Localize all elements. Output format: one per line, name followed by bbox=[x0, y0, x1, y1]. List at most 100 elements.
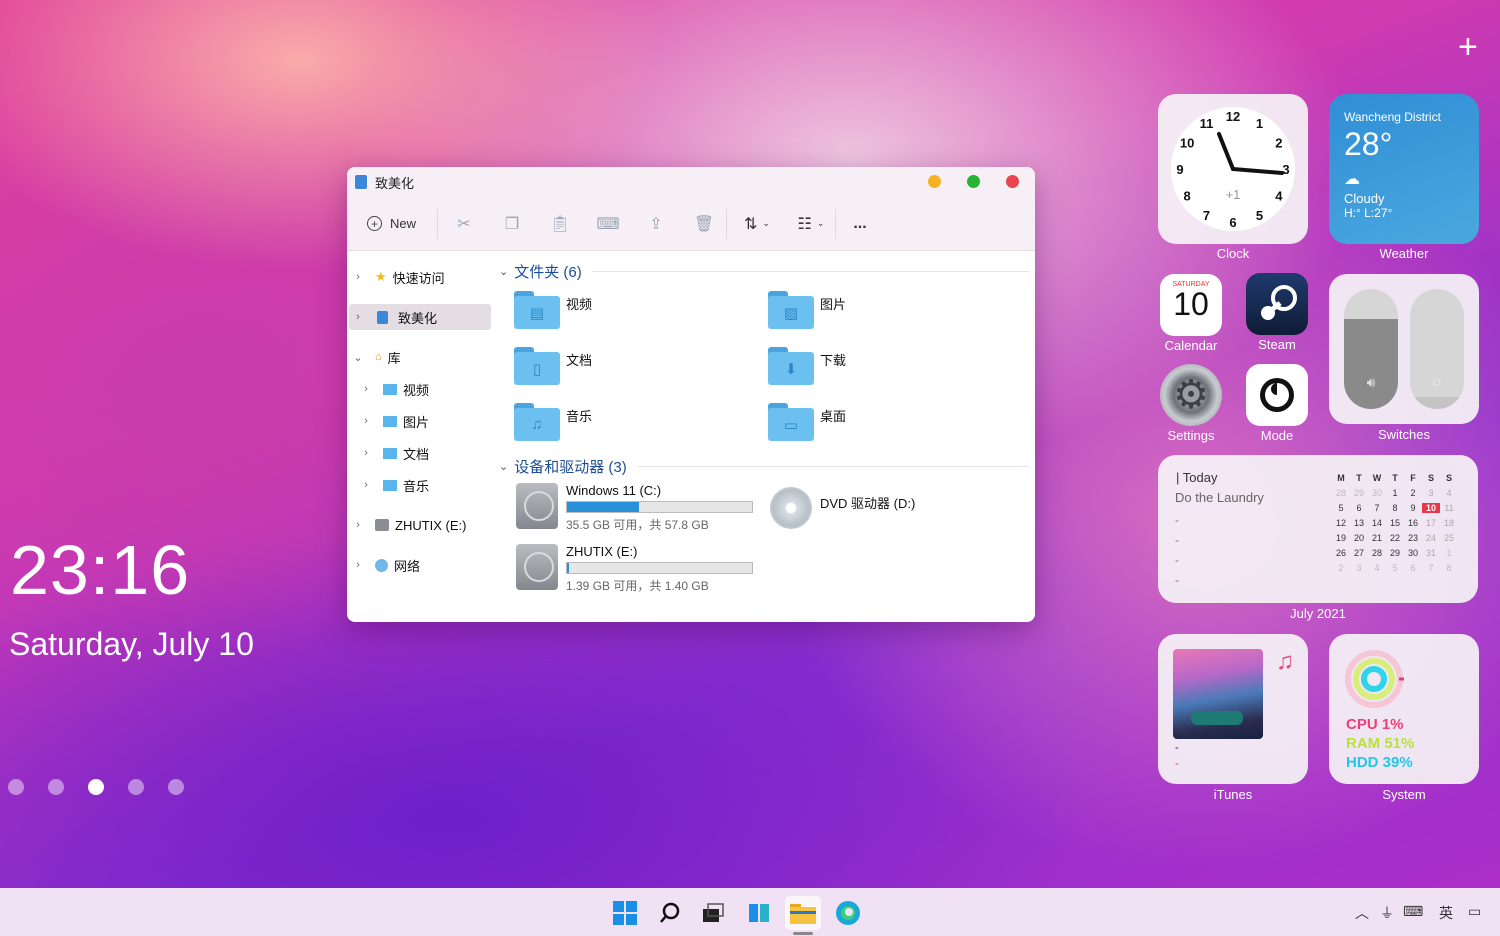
page-dot[interactable] bbox=[48, 779, 64, 795]
chevron-right-icon[interactable]: › bbox=[357, 447, 375, 459]
sidebar-item-documents[interactable]: › 文档 bbox=[357, 440, 499, 466]
calendar-day-cell[interactable]: 15 bbox=[1386, 518, 1404, 528]
itunes-widget[interactable]: ♫ - - bbox=[1158, 634, 1308, 784]
share-icon[interactable]: ⇪ bbox=[630, 214, 682, 234]
sidebar-item-library[interactable]: ⌄ ⌂ 库 bbox=[349, 344, 491, 370]
view-button[interactable]: ☷ ⌄ bbox=[787, 214, 835, 234]
drive-e[interactable]: ZHUTIX (E:) 1.39 GB 可用，共 1.40 GB bbox=[516, 544, 753, 594]
calendar-day-cell[interactable]: 29 bbox=[1386, 548, 1404, 558]
more-button[interactable]: ... bbox=[836, 215, 884, 233]
steam-app-icon[interactable] bbox=[1246, 273, 1308, 335]
search-button[interactable] bbox=[652, 896, 688, 930]
calendar-day-cell[interactable]: 9 bbox=[1404, 503, 1422, 513]
close-button[interactable] bbox=[1006, 175, 1019, 188]
start-button[interactable] bbox=[607, 896, 643, 930]
sidebar-item-network[interactable]: › 网络 bbox=[349, 552, 491, 578]
delete-icon[interactable]: 🗑︎ bbox=[682, 214, 726, 234]
calendar-day-cell[interactable]: 24 bbox=[1422, 533, 1440, 543]
chevron-right-icon[interactable]: › bbox=[349, 559, 367, 571]
drive-d[interactable]: DVD 驱动器 (D:) bbox=[770, 487, 915, 529]
drive-c[interactable]: Windows 11 (C:) 35.5 GB 可用，共 57.8 GB bbox=[516, 483, 753, 533]
rename-icon[interactable]: ⌨ bbox=[586, 214, 630, 234]
copy-icon[interactable]: ❐ bbox=[490, 214, 534, 234]
sidebar-item-pictures[interactable]: › 图片 bbox=[357, 408, 499, 434]
widgets-button[interactable] bbox=[741, 896, 777, 930]
sidebar-item-zhutix-drive[interactable]: › ZHUTIX (E:) bbox=[349, 512, 491, 538]
calendar-day-cell[interactable]: 8 bbox=[1386, 503, 1404, 513]
calendar-day-cell[interactable]: 26 bbox=[1332, 548, 1350, 558]
brightness-slider[interactable]: ☼ bbox=[1410, 289, 1464, 409]
folder-downloads[interactable]: ⬇ 下载 bbox=[768, 347, 846, 385]
sidebar-item-zhutix[interactable]: › 致美化 bbox=[349, 304, 491, 330]
usb-icon[interactable]: ⏚ bbox=[1380, 903, 1394, 923]
calendar-day-cell[interactable]: 27 bbox=[1350, 548, 1368, 558]
page-dot[interactable] bbox=[128, 779, 144, 795]
chevron-right-icon[interactable]: › bbox=[357, 479, 375, 491]
new-button[interactable]: + New bbox=[367, 216, 437, 231]
calendar-day-cell[interactable]: 23 bbox=[1404, 533, 1422, 543]
calendar-day-cell[interactable]: 7 bbox=[1422, 563, 1440, 573]
folder-music[interactable]: ♫ 音乐 bbox=[514, 403, 592, 441]
cut-icon[interactable]: ✂ bbox=[438, 214, 490, 234]
calendar-day-cell[interactable]: 22 bbox=[1386, 533, 1404, 543]
page-dot[interactable] bbox=[168, 779, 184, 795]
chevron-right-icon[interactable]: › bbox=[349, 271, 367, 283]
desktop-plus-button[interactable]: + bbox=[1458, 28, 1478, 67]
keyboard-icon[interactable]: ⌨ bbox=[1403, 903, 1423, 920]
calendar-day-cell[interactable]: 25 bbox=[1440, 533, 1458, 543]
calendar-day-cell[interactable]: 17 bbox=[1422, 518, 1440, 528]
folder-pictures[interactable]: ▨ 图片 bbox=[768, 291, 846, 329]
system-widget[interactable]: CPU 1% RAM 51% HDD 39% bbox=[1329, 634, 1479, 784]
calendar-day-cell[interactable]: 8 bbox=[1440, 563, 1458, 573]
volume-slider[interactable]: 🔊︎ bbox=[1344, 289, 1398, 409]
calendar-day-cell[interactable]: 28 bbox=[1368, 548, 1386, 558]
calendar-day-cell[interactable]: 2 bbox=[1332, 563, 1350, 573]
calendar-day-cell[interactable]: 1 bbox=[1386, 488, 1404, 498]
calendar-day-cell[interactable]: 7 bbox=[1368, 503, 1386, 513]
sidebar-item-videos[interactable]: › 视频 bbox=[357, 376, 499, 402]
chevron-up-icon[interactable]: ︿ bbox=[1355, 903, 1369, 923]
calendar-day-cell[interactable]: 29 bbox=[1350, 488, 1368, 498]
calendar-day-cell[interactable]: 16 bbox=[1404, 518, 1422, 528]
calendar-app-icon[interactable]: SATURDAY 10 bbox=[1160, 274, 1222, 336]
calendar-day-cell[interactable]: 3 bbox=[1422, 488, 1440, 498]
calendar-day-cell[interactable]: 1 bbox=[1440, 548, 1458, 558]
edge-button[interactable] bbox=[830, 896, 866, 930]
calendar-day-cell[interactable]: 6 bbox=[1404, 563, 1422, 573]
calendar-day-cell[interactable]: 12 bbox=[1332, 518, 1350, 528]
drives-section-header[interactable]: ⌄ 设备和驱动器 (3) bbox=[499, 456, 1029, 477]
chevron-right-icon[interactable]: › bbox=[349, 519, 367, 531]
folders-section-header[interactable]: ⌄ 文件夹 (6) bbox=[499, 261, 1029, 282]
calendar-day-cell[interactable]: 4 bbox=[1368, 563, 1386, 573]
chevron-right-icon[interactable]: › bbox=[349, 311, 367, 323]
calendar-day-cell[interactable]: 10 bbox=[1422, 503, 1440, 513]
mode-app-icon[interactable] bbox=[1246, 364, 1308, 426]
maximize-button[interactable] bbox=[967, 175, 980, 188]
settings-app-icon[interactable]: ⚙ bbox=[1160, 364, 1222, 426]
calendar-day-cell[interactable]: 2 bbox=[1404, 488, 1422, 498]
calendar-day-cell[interactable]: 28 bbox=[1332, 488, 1350, 498]
calendar-day-cell[interactable]: 20 bbox=[1350, 533, 1368, 543]
task-view-button[interactable] bbox=[695, 896, 731, 930]
calendar-day-cell[interactable]: 30 bbox=[1368, 488, 1386, 498]
clock-widget[interactable]: 12 1 2 3 4 5 6 7 8 9 10 11 +1 bbox=[1158, 94, 1308, 244]
calendar-day-cell[interactable]: 31 bbox=[1422, 548, 1440, 558]
calendar-day-cell[interactable]: 6 bbox=[1350, 503, 1368, 513]
calendar-day-cell[interactable]: 30 bbox=[1404, 548, 1422, 558]
sidebar-item-music[interactable]: › 音乐 bbox=[357, 472, 499, 498]
calendar-day-cell[interactable]: 19 bbox=[1332, 533, 1350, 543]
calendar-day-cell[interactable]: 13 bbox=[1350, 518, 1368, 528]
calendar-day-cell[interactable]: 18 bbox=[1440, 518, 1458, 528]
chevron-down-icon[interactable]: ⌄ bbox=[349, 351, 367, 364]
sidebar-item-quick-access[interactable]: › ★ 快速访问 bbox=[349, 264, 491, 290]
calendar-day-cell[interactable]: 4 bbox=[1440, 488, 1458, 498]
today-calendar-widget[interactable]: | Today Do the Laundry - - - - M T W T F S S 28… bbox=[1158, 455, 1478, 603]
calendar-day-cell[interactable]: 5 bbox=[1386, 563, 1404, 573]
paste-icon[interactable]: 📋︎ bbox=[534, 214, 586, 234]
calendar-day-cell[interactable]: 21 bbox=[1368, 533, 1386, 543]
sort-button[interactable]: ⇅ ⌄ bbox=[727, 214, 787, 234]
calendar-day-cell[interactable]: 11 bbox=[1440, 503, 1458, 513]
calendar-day-cell[interactable]: 3 bbox=[1350, 563, 1368, 573]
notification-icon[interactable]: ▭ bbox=[1468, 903, 1481, 920]
weather-widget[interactable]: Wancheng District 28° ☁ Cloudy H:° L:27° bbox=[1329, 94, 1479, 244]
